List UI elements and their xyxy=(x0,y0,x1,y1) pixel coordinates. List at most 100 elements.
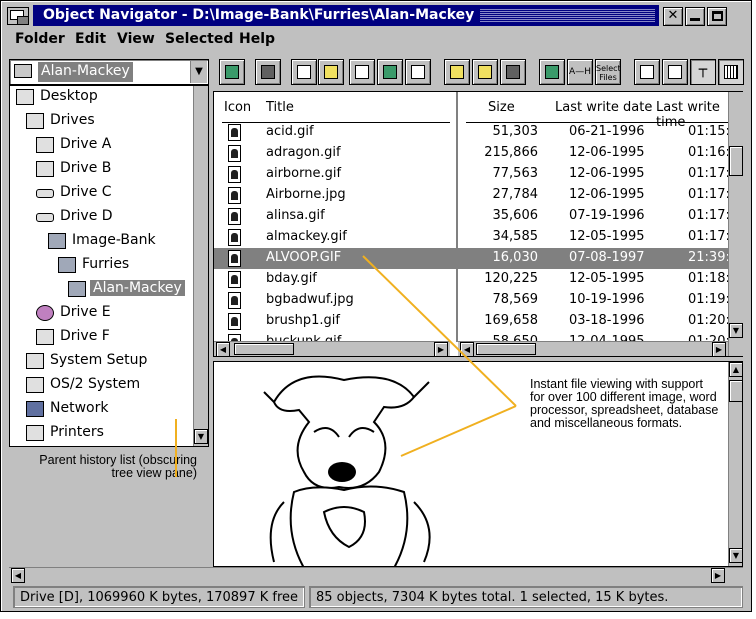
scroll-down-icon[interactable]: ▼ xyxy=(729,323,743,338)
title-hscroll[interactable]: ◀ ▶ xyxy=(214,341,450,357)
file-details-pane: Icon Title Size Last write date Last wri… xyxy=(213,91,743,357)
maximize-icon xyxy=(711,11,723,21)
file-row[interactable]: alinsa.gif 35,606 07-19-1996 01:17:3 xyxy=(214,206,728,227)
scroll-right-icon[interactable]: ▶ xyxy=(711,568,725,583)
print-button[interactable] xyxy=(349,59,375,85)
printers-icon xyxy=(26,425,44,441)
edit-button[interactable] xyxy=(405,59,431,85)
scroll-right-icon[interactable]: ▶ xyxy=(712,342,726,357)
file-row[interactable]: bgbadwuf.jpg 78,569 10-19-1996 01:19: xyxy=(214,290,728,311)
file-date: 07-08-1997 xyxy=(569,250,645,265)
dropdown-arrow-icon[interactable]: ▼ xyxy=(190,61,207,83)
scroll-thumb[interactable] xyxy=(729,380,742,402)
menu-folder[interactable]: Folder xyxy=(15,31,65,47)
scroll-thumb[interactable] xyxy=(476,343,536,355)
file-title: bgbadwuf.jpg xyxy=(266,292,354,307)
file-title: bday.gif xyxy=(266,271,317,286)
file-size: 120,225 xyxy=(484,271,538,286)
file-size: 51,303 xyxy=(492,124,539,139)
details-list-button[interactable] xyxy=(662,59,688,85)
file-date: 12-05-1995 xyxy=(569,229,645,244)
file-row[interactable]: adragon.gif 215,866 12-06-1995 01:16:4 xyxy=(214,143,728,164)
tree-view-button[interactable]: ┬ xyxy=(690,59,716,85)
file-rows: acid.gif 51,303 06-21-1996 01:15:0 adragon.g… xyxy=(214,92,728,341)
scroll-down-icon[interactable]: ▼ xyxy=(729,548,742,563)
scroll-thumb[interactable] xyxy=(729,146,743,176)
file-date: 10-19-1996 xyxy=(569,292,645,307)
scroll-right-icon[interactable]: ▶ xyxy=(434,342,448,357)
properties-icon xyxy=(261,65,275,79)
folder-icon xyxy=(14,64,32,78)
maximize-button[interactable] xyxy=(707,7,727,26)
select-files-button[interactable]: Select Files xyxy=(595,59,621,85)
scroll-down-icon[interactable]: ▼ xyxy=(194,429,208,444)
file-title: buckunk.gif xyxy=(266,334,341,341)
large-icons-button[interactable] xyxy=(634,59,660,85)
details-hscroll[interactable]: ◀ ▶ xyxy=(458,341,728,357)
close-button[interactable]: ✕ xyxy=(663,7,683,26)
new-folder-button[interactable] xyxy=(444,59,470,85)
file-title: alinsa.gif xyxy=(266,208,325,223)
edit-icon xyxy=(411,65,425,79)
menu-selected[interactable]: Selected xyxy=(165,31,233,47)
tree-item-label: Network xyxy=(50,400,109,416)
file-date: 12-06-1995 xyxy=(569,166,645,181)
tree-item-label: Furries xyxy=(82,256,130,272)
file-row[interactable]: buckunk.gif 58,650 12-04-1995 01:20: xyxy=(214,332,728,341)
filter-button[interactable] xyxy=(539,59,565,85)
folder-icon xyxy=(68,281,86,297)
tree-button[interactable] xyxy=(500,59,526,85)
title-bar[interactable]: Object Navigator - D:\Image-Bank\Furries… xyxy=(3,3,749,28)
file-time: 01:16:4 xyxy=(688,145,728,160)
tree-item-label: Drive F xyxy=(60,328,110,344)
file-row[interactable]: brushp1.gif 169,658 03-18-1996 01:20:2 xyxy=(214,311,728,332)
file-row[interactable]: airborne.gif 77,563 12-06-1995 01:17: xyxy=(214,164,728,185)
properties-button[interactable] xyxy=(255,59,281,85)
sort-button[interactable]: A—H xyxy=(567,59,593,85)
tree-scrollbar[interactable]: ▼ xyxy=(193,86,208,446)
notes-icon xyxy=(324,65,338,79)
file-date: 03-18-1996 xyxy=(569,313,645,328)
parent-history-combo[interactable]: Alan-Mackey ▼ xyxy=(9,59,209,85)
image-file-icon xyxy=(228,166,241,183)
tree-item-label: Drive B xyxy=(60,160,112,176)
move-icon xyxy=(383,65,397,79)
file-row[interactable]: almackey.gif 34,585 12-05-1995 01:17:4 xyxy=(214,227,728,248)
file-title: airborne.gif xyxy=(266,166,342,181)
file-row[interactable]: bday.gif 120,225 12-05-1995 01:18:5 xyxy=(214,269,728,290)
system-menu-icon[interactable] xyxy=(7,7,29,25)
copy-button[interactable] xyxy=(291,59,317,85)
move-button[interactable] xyxy=(377,59,403,85)
menu-edit[interactable]: Edit xyxy=(75,31,106,47)
viewer-vscroll[interactable]: ▲ ▼ xyxy=(728,362,742,566)
window-hscroll[interactable]: ◀ ▶ xyxy=(9,567,743,583)
image-file-icon xyxy=(228,271,241,288)
cdrom-icon xyxy=(36,305,54,321)
grid-view-button[interactable] xyxy=(718,59,744,85)
scroll-up-icon[interactable]: ▲ xyxy=(729,362,742,377)
large-icons-icon xyxy=(640,65,654,79)
open-folder-button[interactable] xyxy=(472,59,498,85)
system-setup-icon xyxy=(26,353,44,369)
image-file-icon xyxy=(228,250,241,267)
file-row[interactable]: Airborne.jpg 27,784 12-06-1995 01:17:2 xyxy=(214,185,728,206)
file-row[interactable]: ALVOOP.GIF 16,030 07-08-1997 21:39:2 xyxy=(214,248,728,269)
notes-button[interactable] xyxy=(318,59,344,85)
file-row[interactable]: acid.gif 51,303 06-21-1996 01:15:0 xyxy=(214,122,728,143)
filter-icon xyxy=(545,65,559,79)
scroll-left-icon[interactable]: ◀ xyxy=(216,342,230,357)
scroll-thumb[interactable] xyxy=(234,343,294,355)
menu-view[interactable]: View xyxy=(117,31,155,47)
file-title: almackey.gif xyxy=(266,229,347,244)
file-size: 215,866 xyxy=(484,145,538,160)
minimize-button[interactable] xyxy=(685,7,705,26)
menu-help[interactable]: Help xyxy=(239,31,275,47)
scroll-left-icon[interactable]: ◀ xyxy=(460,342,474,357)
cartoon-preview-image xyxy=(263,375,431,566)
image-file-icon xyxy=(228,187,241,204)
back-button[interactable] xyxy=(219,59,245,85)
tree-item-label: Drive C xyxy=(60,184,112,200)
file-title: acid.gif xyxy=(266,124,314,139)
scroll-left-icon[interactable]: ◀ xyxy=(11,568,25,583)
file-list-vscroll[interactable]: ▼ xyxy=(728,92,743,356)
